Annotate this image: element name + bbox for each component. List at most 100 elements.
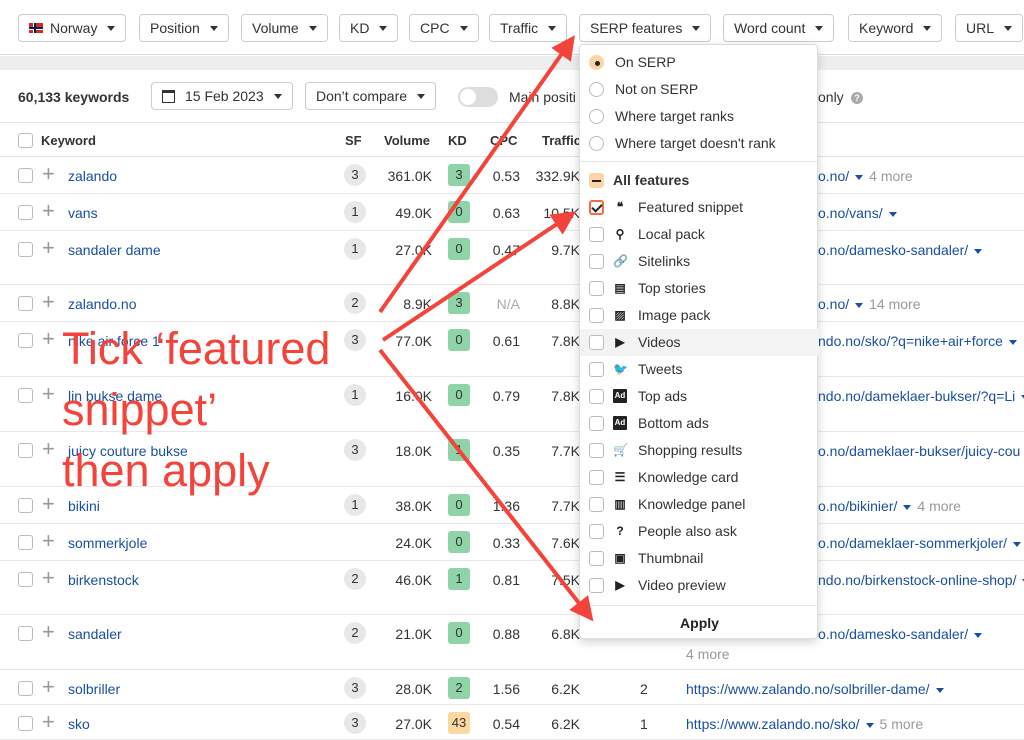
column-cpc[interactable]: CPC	[490, 133, 517, 148]
keyword-link[interactable]: solbriller	[68, 681, 120, 697]
feature-checkbox[interactable]	[589, 416, 604, 431]
position-filter[interactable]: Position	[139, 14, 229, 42]
caret-down-icon[interactable]	[974, 248, 983, 254]
add-to-list-icon[interactable]: +	[42, 381, 55, 407]
feature-checkbox[interactable]	[589, 470, 604, 485]
feature-checkbox[interactable]	[589, 578, 604, 593]
keyword-link[interactable]: sko	[68, 716, 90, 732]
caret-down-icon[interactable]	[935, 687, 944, 693]
traffic-filter[interactable]: Traffic	[489, 14, 568, 42]
add-to-list-icon[interactable]: +	[42, 235, 55, 261]
feature-option[interactable]: ❝ Featured snippet	[580, 194, 819, 221]
url-link[interactable]: ndo.no/sko/?q=nike+air+force	[818, 333, 1017, 349]
url-link[interactable]: o.no/14 more	[818, 296, 921, 312]
feature-checkbox[interactable]	[589, 308, 604, 323]
url-link[interactable]: o.no/dameklaer-sommerkjoler/	[818, 535, 1022, 551]
feature-checkbox[interactable]	[589, 227, 604, 242]
row-checkbox[interactable]	[18, 681, 33, 696]
row-checkbox[interactable]	[18, 572, 33, 587]
serp-radio-option[interactable]: On SERP	[580, 49, 819, 76]
indeterminate-checkbox[interactable]	[589, 173, 604, 188]
row-checkbox[interactable]	[18, 296, 33, 311]
feature-checkbox[interactable]	[589, 254, 604, 269]
help-icon[interactable]: ?	[851, 92, 863, 104]
url-link[interactable]: https://www.zalando.no/sko/5 more	[686, 716, 923, 732]
url-link[interactable]: ndo.no/dameklaer-bukser/?q=Li	[818, 388, 1024, 404]
feature-option[interactable]: 🔗 Sitelinks	[580, 248, 819, 275]
serp-radio-option[interactable]: Not on SERP	[580, 76, 819, 103]
add-to-list-icon[interactable]: +	[42, 565, 55, 591]
feature-option[interactable]: ▥ Knowledge panel	[580, 491, 819, 518]
row-checkbox[interactable]	[18, 168, 33, 183]
feature-option[interactable]: ▶ Video preview	[580, 572, 819, 599]
more-link[interactable]: 4 more	[917, 498, 961, 514]
url-filter[interactable]: URL	[955, 14, 1024, 42]
add-to-list-icon[interactable]: +	[42, 289, 55, 315]
row-checkbox[interactable]	[18, 388, 33, 403]
caret-down-icon[interactable]	[1008, 339, 1017, 345]
column-traffic[interactable]: Traffic	[542, 133, 581, 148]
url-link[interactable]: https://www.zalando.no/solbriller-dame/	[686, 681, 944, 697]
more-link[interactable]: 4 more	[686, 646, 730, 662]
add-to-list-icon[interactable]: +	[42, 198, 55, 224]
feature-checkbox[interactable]	[589, 389, 604, 404]
feature-checkbox[interactable]	[589, 200, 604, 215]
word-count-filter[interactable]: Word count	[723, 14, 835, 42]
url-link[interactable]: o.no/4 more	[818, 168, 913, 184]
column-sf[interactable]: SF	[345, 133, 362, 148]
kd-filter[interactable]: KD	[339, 14, 399, 42]
add-to-list-icon[interactable]: +	[42, 491, 55, 517]
row-checkbox[interactable]	[18, 443, 33, 458]
feature-checkbox[interactable]	[589, 524, 604, 539]
row-checkbox[interactable]	[18, 242, 33, 257]
row-checkbox[interactable]	[18, 205, 33, 220]
feature-option[interactable]: 🛒 Shopping results	[580, 437, 819, 464]
keyword-link[interactable]: bikini	[68, 498, 100, 514]
feature-checkbox[interactable]	[589, 281, 604, 296]
feature-checkbox[interactable]	[589, 497, 604, 512]
column-kd[interactable]: KD	[448, 133, 467, 148]
feature-option[interactable]: ▤ Top stories	[580, 275, 819, 302]
feature-checkbox[interactable]	[589, 362, 604, 377]
apply-button[interactable]: Apply	[580, 605, 819, 640]
main-positions-toggle[interactable]	[458, 87, 498, 107]
date-picker[interactable]: 15 Feb 2023	[151, 82, 293, 110]
url-link[interactable]: o.no/dameklaer-bukser/juicy-cou	[818, 443, 1024, 459]
feature-checkbox[interactable]	[589, 335, 604, 350]
feature-option[interactable]: ☰ Knowledge card	[580, 464, 819, 491]
add-to-list-icon[interactable]: +	[42, 161, 55, 187]
keyword-link[interactable]: sandaler dame	[68, 242, 161, 258]
more-link[interactable]: 4 more	[869, 168, 913, 184]
row-checkbox[interactable]	[18, 626, 33, 641]
feature-option[interactable]: ▣ Thumbnail	[580, 545, 819, 572]
radio-button[interactable]	[589, 136, 604, 151]
caret-down-icon[interactable]	[855, 302, 864, 308]
country-filter[interactable]: Norway	[18, 14, 127, 42]
add-to-list-icon[interactable]: +	[42, 674, 55, 700]
keyword-link[interactable]: birkenstock	[68, 572, 139, 588]
radio-button[interactable]	[589, 109, 604, 124]
radio-button[interactable]	[589, 82, 604, 97]
feature-checkbox[interactable]	[589, 551, 604, 566]
keyword-link[interactable]: nike air force 1	[68, 333, 160, 349]
caret-down-icon[interactable]	[888, 211, 897, 217]
serp-features-filter[interactable]: SERP features	[579, 14, 712, 42]
feature-option[interactable]: Ad Bottom ads	[580, 410, 819, 437]
row-checkbox[interactable]	[18, 498, 33, 513]
serp-radio-option[interactable]: Where target doesn't rank	[580, 130, 819, 157]
radio-button[interactable]	[589, 55, 604, 70]
column-volume[interactable]: Volume	[384, 133, 430, 148]
keyword-link[interactable]: zalando	[68, 168, 117, 184]
add-to-list-icon[interactable]: +	[42, 528, 55, 554]
url-link[interactable]: o.no/damesko-sandaler/	[818, 626, 983, 642]
feature-option[interactable]: ▨ Image pack	[580, 302, 819, 329]
compare-dropdown[interactable]: Don’t compare	[305, 82, 437, 110]
caret-down-icon[interactable]	[1013, 541, 1022, 547]
select-all-checkbox[interactable]	[18, 133, 33, 148]
volume-filter[interactable]: Volume	[241, 14, 328, 42]
add-to-list-icon[interactable]: +	[42, 619, 55, 645]
row-checkbox[interactable]	[18, 535, 33, 550]
caret-down-icon[interactable]	[974, 632, 983, 638]
keyword-filter[interactable]: Keyword	[848, 14, 943, 42]
more-link[interactable]: 14 more	[869, 296, 920, 312]
